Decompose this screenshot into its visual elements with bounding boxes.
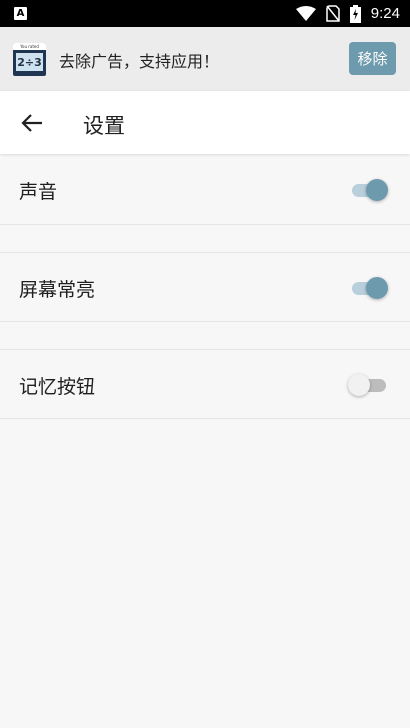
toggle-thumb [366, 277, 388, 299]
toolbar: 设置 [0, 91, 410, 154]
ad-text[interactable]: 去除广告，支持应用！ [59, 48, 219, 72]
memory-buttons-toggle[interactable] [348, 374, 388, 396]
ad-banner[interactable]: You rated 2÷3 去除广告，支持应用！ 移除 [0, 27, 410, 91]
wifi-icon [295, 5, 316, 21]
arrow-left-icon [21, 114, 42, 132]
ad-thumb-screen: 2÷3 [16, 53, 43, 71]
remove-ads-button[interactable]: 移除 [349, 42, 396, 75]
no-sim-icon [326, 5, 340, 22]
keep-screen-on-toggle[interactable] [350, 277, 388, 299]
status-bar: A 9:24 [0, 0, 410, 27]
setting-row-keep-screen-on[interactable]: 屏幕常亮 [0, 252, 410, 322]
notification-app-icon: A [14, 7, 27, 20]
ad-app-thumbnail[interactable]: You rated 2÷3 [13, 43, 46, 76]
status-icons: 9:24 [295, 3, 400, 24]
setting-label-sound: 声音 [19, 181, 58, 203]
setting-row-memory-buttons[interactable]: 记忆按钮 [0, 349, 410, 419]
setting-row-sound[interactable]: 声音 [0, 155, 410, 225]
sound-toggle[interactable] [350, 179, 388, 201]
toggle-thumb [348, 374, 370, 396]
battery-charging-icon [349, 4, 361, 23]
page-title: 设置 [83, 114, 125, 138]
toggle-thumb [366, 179, 388, 201]
back-button[interactable] [16, 108, 48, 138]
status-time: 9:24 [370, 5, 400, 22]
setting-label-keep-screen-on: 屏幕常亮 [19, 279, 96, 301]
ad-thumb-strip: You rated [13, 43, 46, 50]
setting-label-memory-buttons: 记忆按钮 [19, 376, 96, 398]
